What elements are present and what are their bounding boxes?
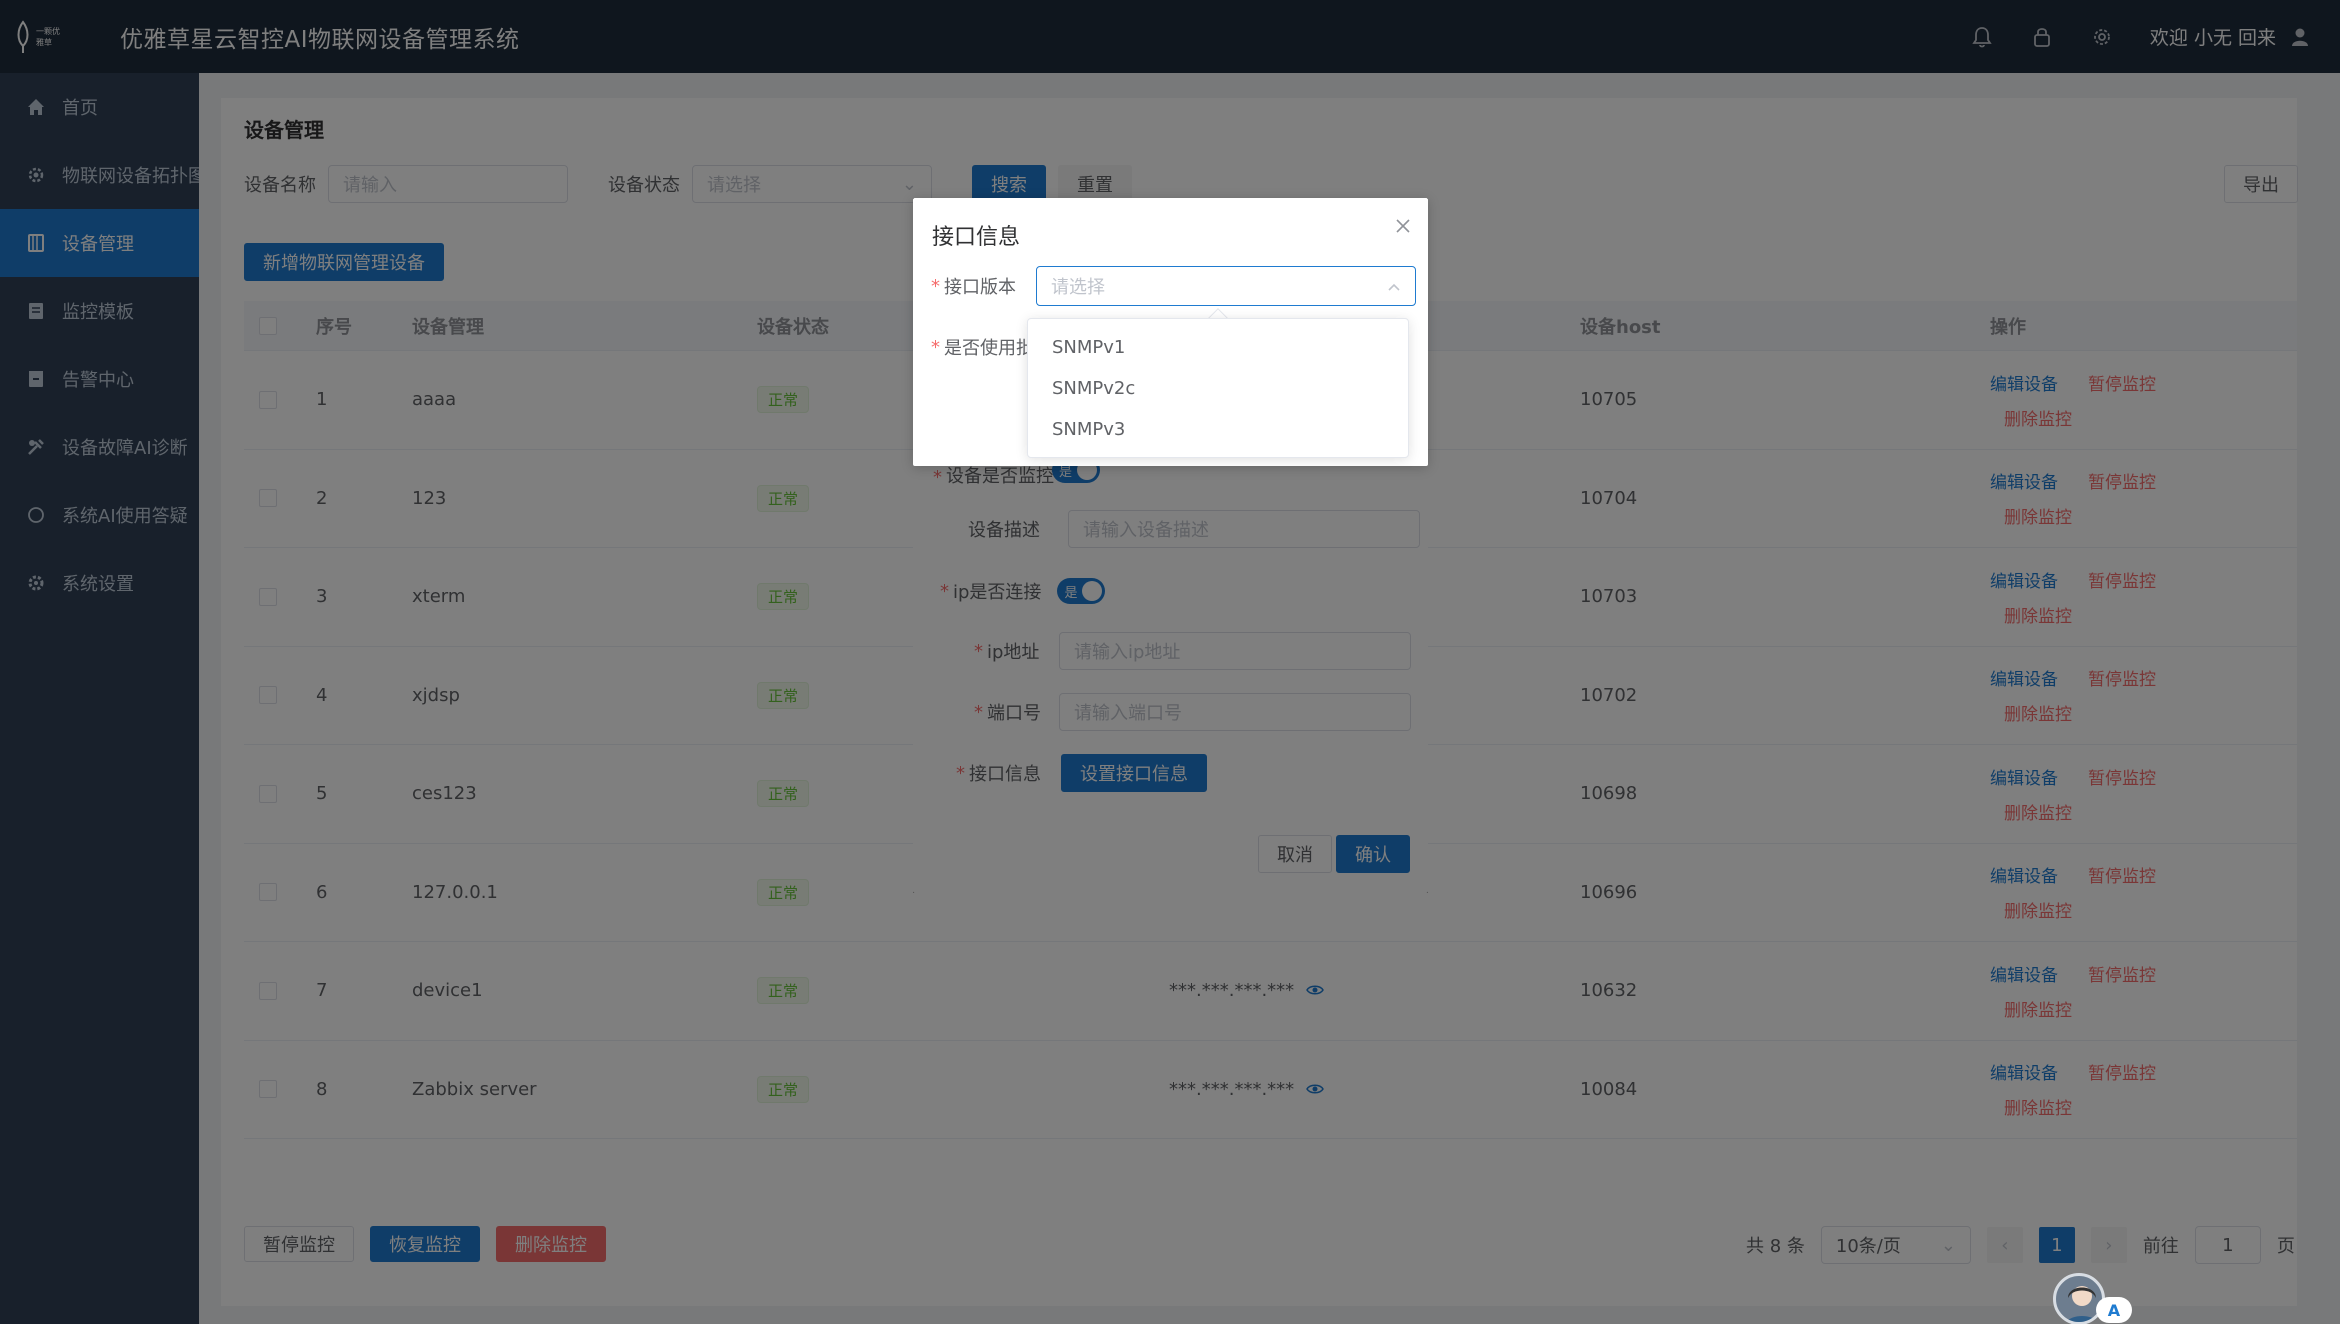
chevron-up-icon [1387, 276, 1401, 297]
version-select[interactable]: 请选择 [1036, 266, 1416, 306]
dialog-title: 接口信息 [932, 225, 1021, 250]
option-snmpv2c[interactable]: SNMPv2c [1028, 368, 1408, 409]
version-label: 接口版本 [944, 277, 1016, 298]
option-snmpv3[interactable]: SNMPv3 [1028, 409, 1408, 450]
version-placeholder: 请选择 [1051, 277, 1105, 298]
bulk-label: 是否使用批 [944, 338, 1034, 359]
bulk-row: * 是否使用批 [931, 334, 1034, 360]
assistant-badge[interactable]: A [2096, 1297, 2132, 1323]
version-row: * 接口版本 请选择 [931, 266, 1416, 306]
version-dropdown: SNMPv1 SNMPv2c SNMPv3 [1027, 318, 1409, 458]
option-snmpv1[interactable]: SNMPv1 [1028, 327, 1408, 368]
close-icon[interactable] [1391, 214, 1415, 238]
